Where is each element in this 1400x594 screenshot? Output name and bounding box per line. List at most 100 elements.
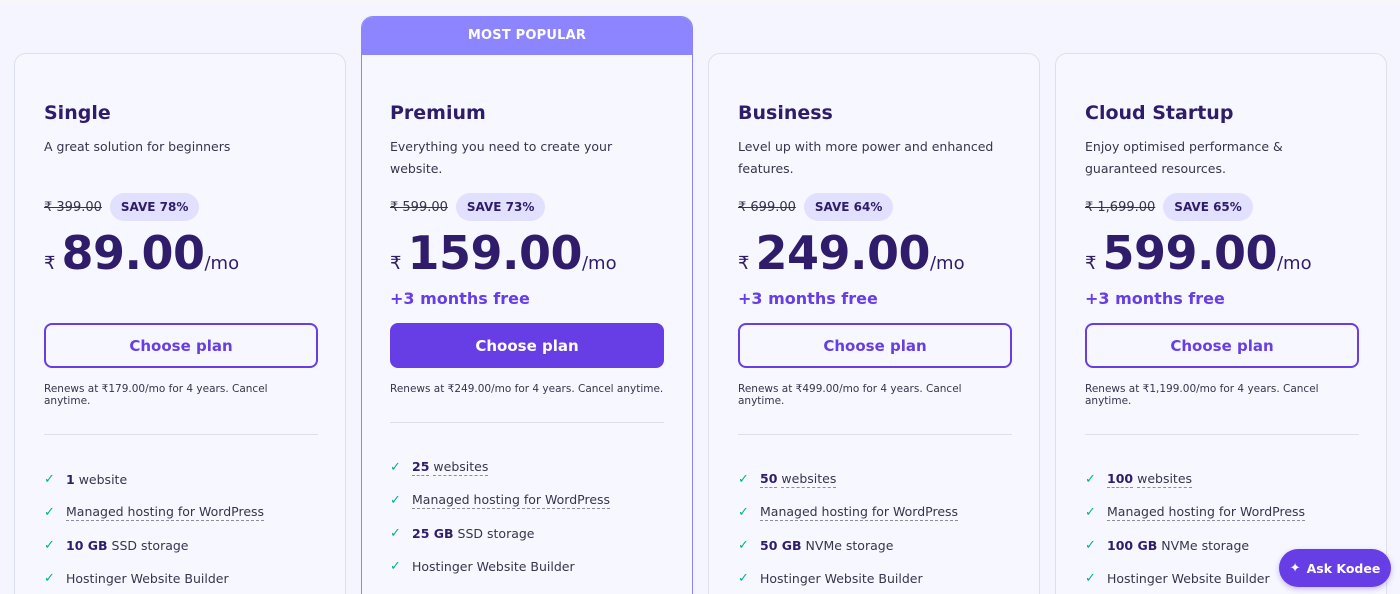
- price-row: ₹ 1,699.00 SAVE 65%: [1085, 192, 1357, 222]
- check-icon: ✓: [390, 559, 401, 574]
- renewal-note: Renews at ₹499.00/mo for 4 years. Cancel…: [738, 383, 962, 407]
- choose-plan-button[interactable]: Choose plan: [1085, 323, 1359, 368]
- save-badge: SAVE 64%: [803, 193, 894, 221]
- feature-text: SSD storage: [457, 526, 535, 541]
- feature-item: ✓ Managed hosting for WordPress: [1085, 496, 1357, 529]
- most-popular-banner: MOST POPULAR: [362, 17, 692, 55]
- bonus-text: +3 months free: [738, 289, 878, 308]
- feature-text[interactable]: Managed hosting for WordPress: [412, 492, 611, 509]
- check-icon: ✓: [738, 538, 749, 553]
- renewal-note: Renews at ₹249.00/mo for 4 years. Cancel…: [390, 383, 664, 395]
- feature-text[interactable]: Managed hosting for WordPress: [1107, 504, 1306, 521]
- price-amount: 89.00: [61, 226, 205, 280]
- plan-name: Business: [738, 102, 833, 124]
- plan-card-cloud-startup: Cloud Startup Enjoy optimised performanc…: [1055, 53, 1387, 594]
- choose-plan-button[interactable]: Choose plan: [390, 323, 664, 368]
- currency-symbol: ₹: [1085, 253, 1097, 274]
- feature-item: ✓ Hostinger Website Builder: [738, 562, 1010, 594]
- feature-text: Hostinger Website Builder: [412, 559, 575, 574]
- choose-plan-button[interactable]: Choose plan: [44, 323, 318, 368]
- old-price: ₹ 1,699.00: [1085, 199, 1156, 215]
- divider: [1085, 434, 1359, 435]
- price: ₹ 159.00 /mo: [390, 226, 664, 284]
- currency-symbol: ₹: [738, 253, 750, 274]
- bonus-text: +3 months free: [390, 289, 530, 308]
- feature-bold[interactable]: 100: [1107, 471, 1134, 488]
- plan-name: Cloud Startup: [1085, 102, 1234, 124]
- feature-list: ✓ 50 websites ✓ Managed hosting for Word…: [738, 463, 1010, 594]
- currency-symbol: ₹: [44, 253, 56, 274]
- currency-symbol: ₹: [390, 253, 402, 274]
- price-period: /mo: [929, 253, 965, 274]
- plan-description: A great solution for beginners: [44, 139, 231, 154]
- feature-text[interactable]: websites: [433, 459, 489, 476]
- price-row: ₹ 699.00 SAVE 64%: [738, 192, 1010, 222]
- plan-description: Level up with more power and enhanced fe…: [738, 139, 994, 176]
- feature-bold: 10 GB: [66, 538, 108, 553]
- feature-text: Hostinger Website Builder: [760, 571, 923, 586]
- feature-bold[interactable]: 50: [760, 471, 778, 488]
- feature-list: ✓ 25 websites ✓ Managed hosting for Word…: [390, 451, 664, 583]
- check-icon: ✓: [44, 472, 55, 487]
- choose-plan-button[interactable]: Choose plan: [738, 323, 1012, 368]
- feature-item: ✓ 50 websites: [738, 463, 1010, 496]
- price-amount: 249.00: [755, 226, 930, 280]
- feature-text: Hostinger Website Builder: [1107, 571, 1270, 586]
- feature-text[interactable]: websites: [1137, 471, 1193, 488]
- check-icon: ✓: [1085, 505, 1096, 520]
- check-icon: ✓: [738, 505, 749, 520]
- feature-item: ✓ 1 website: [44, 463, 316, 496]
- plan-card-single: Single A great solution for beginners ₹ …: [14, 53, 346, 594]
- check-icon: ✓: [738, 571, 749, 586]
- bonus-text: +3 months free: [1085, 289, 1225, 308]
- feature-item: ✓ 100 websites: [1085, 463, 1357, 496]
- feature-bold: 1: [66, 472, 75, 487]
- feature-text[interactable]: websites: [781, 471, 837, 488]
- feature-item: ✓ 50 GB NVMe storage: [738, 529, 1010, 562]
- price-amount: 159.00: [407, 226, 582, 280]
- price-row: ₹ 599.00 SAVE 73%: [390, 192, 664, 222]
- feature-text[interactable]: Managed hosting for WordPress: [66, 504, 265, 521]
- feature-item: ✓ Hostinger Website Builder: [390, 550, 664, 583]
- divider: [738, 434, 1012, 435]
- price-period: /mo: [204, 253, 240, 274]
- check-icon: ✓: [390, 460, 401, 475]
- price-amount: 599.00: [1102, 226, 1277, 280]
- sparkle-icon: ✦: [1289, 560, 1301, 576]
- feature-item: ✓ Hostinger Website Builder: [44, 562, 316, 594]
- price-period: /mo: [1276, 253, 1312, 274]
- price: ₹ 89.00 /mo: [44, 226, 316, 284]
- feature-item: ✓ Managed hosting for WordPress: [390, 484, 664, 517]
- check-icon: ✓: [1085, 538, 1096, 553]
- feature-text[interactable]: Managed hosting for WordPress: [760, 504, 959, 521]
- check-icon: ✓: [44, 571, 55, 586]
- feature-bold: 25 GB: [412, 526, 454, 541]
- check-icon: ✓: [1085, 472, 1096, 487]
- feature-item: ✓ Managed hosting for WordPress: [44, 496, 316, 529]
- save-badge: SAVE 73%: [455, 193, 546, 221]
- ask-kodee-button[interactable]: ✦ Ask Kodee: [1279, 549, 1391, 587]
- price-row: ₹ 399.00 SAVE 78%: [44, 192, 316, 222]
- feature-bold[interactable]: 25: [412, 459, 430, 476]
- check-icon: ✓: [44, 505, 55, 520]
- renewal-note: Renews at ₹179.00/mo for 4 years. Cancel…: [44, 383, 268, 407]
- feature-item: ✓ 10 GB SSD storage: [44, 529, 316, 562]
- price-period: /mo: [581, 253, 617, 274]
- old-price: ₹ 599.00: [390, 199, 448, 215]
- top-strip: [0, 0, 1400, 5]
- old-price: ₹ 399.00: [44, 199, 102, 215]
- plan-name: Premium: [390, 102, 486, 124]
- feature-item: ✓ 25 GB SSD storage: [390, 517, 664, 550]
- feature-text: website: [78, 472, 128, 487]
- check-icon: ✓: [390, 526, 401, 541]
- feature-text: NVMe storage: [805, 538, 894, 553]
- check-icon: ✓: [44, 538, 55, 553]
- divider: [390, 422, 664, 423]
- ask-kodee-label: Ask Kodee: [1306, 560, 1381, 576]
- feature-text: SSD storage: [111, 538, 189, 553]
- plan-description: Enjoy optimised performance & guaranteed…: [1085, 139, 1283, 176]
- bonus-text: [44, 289, 316, 313]
- save-badge: SAVE 78%: [109, 193, 200, 221]
- feature-item: ✓ Managed hosting for WordPress: [738, 496, 1010, 529]
- check-icon: ✓: [1085, 571, 1096, 586]
